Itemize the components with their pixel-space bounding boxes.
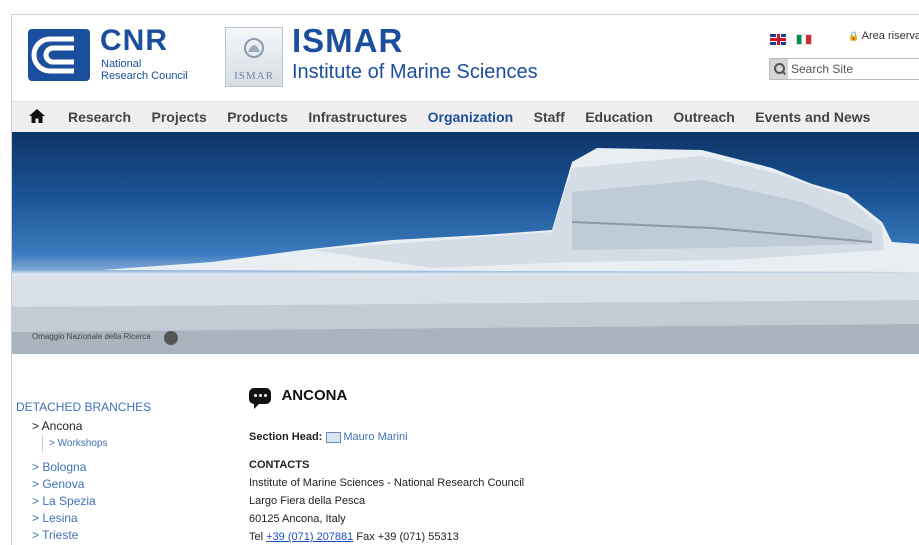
sidebar-item-genova[interactable]: > Genova [32,476,212,493]
reserved-area-link[interactable]: 🔒 Area riservata [848,30,919,42]
english-flag-icon[interactable] [770,34,786,46]
search-icon[interactable] [770,59,788,79]
tel-link[interactable]: +39 (071) 207881 [266,531,353,543]
page-title: ANCONA [281,387,348,405]
home-icon[interactable] [29,109,45,123]
sidebar-item-workshops[interactable]: > Workshops [42,435,212,452]
ismar-title: ISMAR [292,22,404,59]
reserved-area-label: Area riservata [861,30,919,42]
nav-item-research[interactable]: Research [68,109,131,125]
nav-item-staff[interactable]: Staff [534,109,565,125]
search-input[interactable] [791,59,919,79]
sidebar-item-bologna[interactable]: > Bologna [32,459,212,476]
nav-item-products[interactable]: Products [227,109,288,125]
nav-item-infrastructures[interactable]: Infrastructures [308,109,407,125]
sidebar-item-ancona[interactable]: > Ancona [32,418,212,435]
ismar-shell-icon [244,38,264,58]
sidebar-heading: DETACHED BRANCHES [16,400,152,414]
sidebar-item-la-spezia[interactable]: > La Spezia [32,493,212,510]
tel-label: Tel [249,531,264,543]
fax-text: Fax +39 (071) 55313 [356,531,459,543]
iceberg-illustration [12,148,919,354]
contacts-heading: CONTACTS [249,459,310,471]
page-frame: CNR National Research Council ISMAR ISMA… [11,14,919,545]
address-line-3: 60125 Ancona, Italy [249,513,346,525]
ismar-logo[interactable]: ISMAR [225,27,283,87]
section-head-label: Section Head: [249,431,323,443]
phone-line: Tel +39 (071) 207881 Fax +39 (071) 55313 [249,528,909,545]
main-content: ANCONA Section Head: Mauro Marini CONTACT… [249,387,909,545]
sidebar: DETACHED BRANCHES > Ancona > Workshops >… [12,400,212,544]
ismar-subtitle: Institute of Marine Sciences [292,61,538,83]
nav-item-outreach[interactable]: Outreach [673,109,734,125]
nav-item-organization[interactable]: Organization [428,109,514,125]
credit-logo-icon [164,331,178,345]
nav-item-projects[interactable]: Projects [152,109,207,125]
cnr-subtitle-line-1: National [101,58,142,70]
email-icon [326,431,342,443]
hero-banner-iceberg-image: Omaggio Nazionale della Ricerca [12,132,919,354]
image-credit: Omaggio Nazionale della Ricerca [32,332,151,341]
section-head-link[interactable]: Mauro Marini [343,431,407,443]
cnr-subtitle-line-2: Research Council [101,70,188,82]
site-header: CNR National Research Council ISMAR ISMA… [12,15,919,101]
language-switcher [770,31,818,49]
ismar-logo-text: ISMAR [234,70,274,82]
search-box [769,58,919,80]
address-line-1: Institute of Marine Sciences - National … [249,477,525,489]
sidebar-item-trieste[interactable]: > Trieste [32,527,212,544]
nav-item-events-and-news[interactable]: Events and News [755,109,870,125]
sidebar-item-lesina[interactable]: > Lesina [32,510,212,527]
lock-icon: 🔒 [848,31,860,41]
cnr-logo[interactable] [28,29,90,81]
main-nav: Research Projects Products Infrastructur… [12,101,919,133]
cnr-subtitle: National Research Council [101,58,188,82]
nav-item-education[interactable]: Education [585,109,653,125]
italian-flag-icon[interactable] [796,34,813,46]
cnr-title: CNR [100,24,168,57]
address-line-2: Largo Fiera della Pesca [249,495,366,507]
nav-list: Research Projects Products Infrastructur… [68,109,886,127]
section-head: Section Head: Mauro Marini [249,431,909,443]
chat-bubble-icon [249,387,271,409]
page-title-row: ANCONA [249,387,909,411]
